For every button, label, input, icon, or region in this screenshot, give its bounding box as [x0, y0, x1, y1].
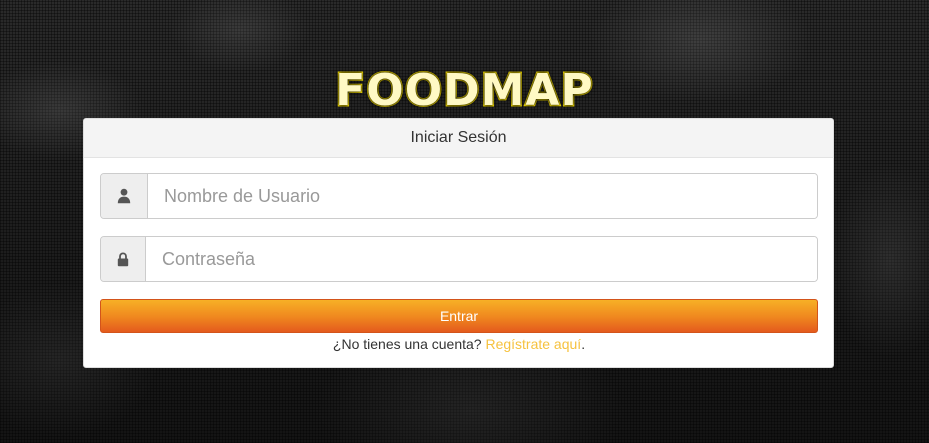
register-prompt: ¿No tienes una cuenta? — [332, 336, 486, 352]
login-form: Entrar ¿No tienes una cuenta? Regístrate… — [84, 158, 833, 352]
register-link[interactable]: Regístrate aquí — [485, 336, 581, 352]
register-suffix: . — [581, 336, 586, 352]
lock-icon-glyph — [117, 251, 129, 266]
username-input[interactable] — [148, 174, 817, 218]
login-heading: Iniciar Sesión — [84, 119, 833, 158]
password-input[interactable] — [146, 237, 817, 281]
brand-logo: FOODMAP — [334, 64, 594, 118]
register-line: ¿No tienes una cuenta? Regístrate aquí. — [100, 336, 818, 352]
password-group — [100, 236, 818, 282]
username-group — [100, 173, 818, 219]
submit-button[interactable]: Entrar — [100, 299, 818, 333]
lock-icon — [101, 237, 146, 281]
user-icon-glyph — [117, 188, 131, 204]
login-panel: Iniciar Sesión Entrar ¿No tienes una cue — [83, 118, 834, 368]
user-icon — [101, 174, 148, 218]
